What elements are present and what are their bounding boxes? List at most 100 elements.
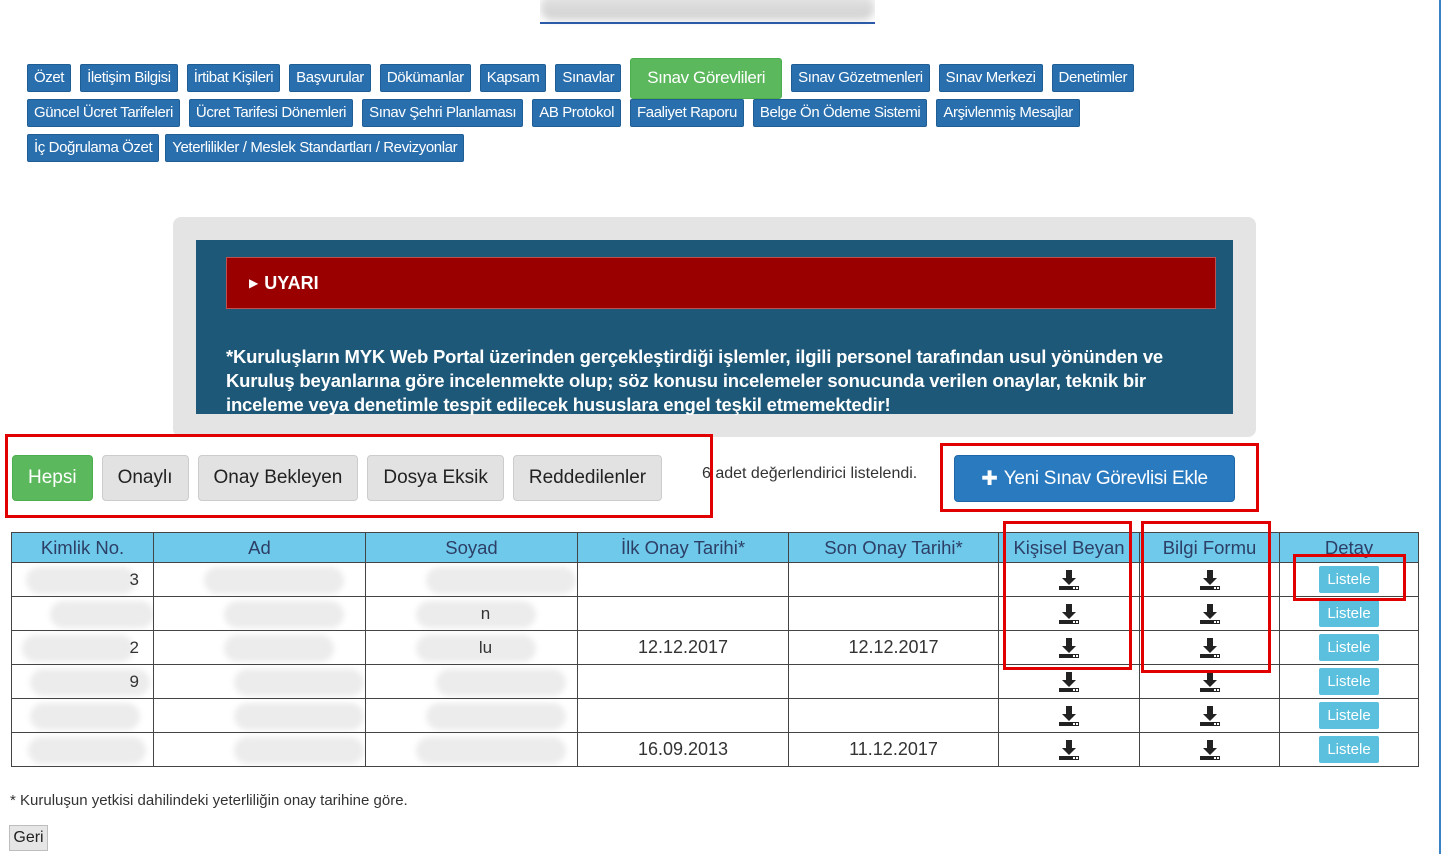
tab-basvurular[interactable]: Başvurular (289, 64, 371, 92)
warning-header: ▶ UYARI (226, 257, 1216, 309)
tab-guncel-ucret-tarifeleri[interactable]: Güncel Ücret Tarifeleri (27, 99, 180, 127)
tab-sinav-sehri-planlamasi[interactable]: Sınav Şehri Planlaması (362, 99, 524, 127)
filter-approved-button[interactable]: Onaylı (101, 455, 189, 501)
cell-detail: Listele (1279, 596, 1419, 631)
triangle-right-icon: ▶ (249, 276, 259, 290)
filter-all-button[interactable]: Hepsi (12, 455, 93, 501)
filter-rejected-button[interactable]: Reddedilenler (512, 455, 663, 501)
col-header-id-no[interactable]: Kimlik No. (11, 532, 154, 563)
table-row: 9 Listele (11, 664, 1419, 699)
cell-first-name (153, 664, 366, 699)
warning-panel: ▶ UYARI *Kuruluşların MYK Web Portal üze… (196, 240, 1233, 415)
cell-last-approval: 12.12.2017 (788, 630, 999, 665)
col-header-first-name[interactable]: Ad (153, 532, 366, 563)
tab-faaliyet-raporu[interactable]: Faaliyet Raporu (630, 99, 744, 127)
cell-last-name (365, 698, 578, 733)
cell-id-no (11, 698, 154, 733)
download-icon[interactable] (1058, 671, 1080, 693)
tab-iletisim-bilgisi[interactable]: İletişim Bilgisi (80, 64, 178, 92)
col-header-last-approval[interactable]: Son Onay Tarihi* (788, 532, 999, 563)
redaction-mask (426, 703, 566, 730)
download-icon[interactable] (1058, 705, 1080, 727)
add-exam-officer-button[interactable]: ✚ Yeni Sınav Görevlisi Ekle (954, 455, 1235, 502)
tab-ucret-tarifesi-donemleri[interactable]: Ücret Tarifesi Dönemleri (188, 99, 354, 127)
download-icon[interactable] (1199, 569, 1221, 591)
cell-last-name (365, 664, 578, 699)
download-icon[interactable] (1199, 671, 1221, 693)
list-detail-button[interactable]: Listele (1319, 736, 1379, 763)
cell-last-name (365, 562, 578, 597)
title-underline (540, 22, 875, 24)
col-header-last-name[interactable]: Soyad (365, 532, 578, 563)
tab-sinavlar[interactable]: Sınavlar (555, 64, 622, 92)
download-icon[interactable] (1199, 705, 1221, 727)
tab-ozet[interactable]: Özet (27, 64, 72, 92)
tab-row-3: İç Doğrulama Özet Yeterlilikler / Meslek… (27, 132, 1357, 164)
cell-id-no: 2 (11, 630, 154, 665)
cell-info-form (1139, 596, 1280, 631)
download-icon[interactable] (1199, 603, 1221, 625)
cell-last-approval (788, 562, 999, 597)
list-detail-button[interactable]: Listele (1319, 668, 1379, 695)
table-row: 3 Listele (11, 562, 1419, 597)
tab-sinav-gorevlileri[interactable]: Sınav Görevlileri (630, 57, 783, 99)
warning-text: *Kuruluşların MYK Web Portal üzerinden g… (226, 346, 1163, 415)
tab-kapsam[interactable]: Kapsam (479, 64, 547, 92)
tab-yeterlilikler[interactable]: Yeterlilikler / Meslek Standartları / Re… (165, 134, 465, 162)
redaction-mask (28, 737, 146, 764)
download-icon[interactable] (1058, 637, 1080, 659)
cell-detail: Listele (1279, 698, 1419, 733)
list-detail-button[interactable]: Listele (1319, 566, 1379, 593)
cell-detail: Listele (1279, 562, 1419, 597)
redaction-mask (234, 669, 364, 696)
col-header-personal-statement: Kişisel Beyan (998, 532, 1140, 563)
table-row: 2 lu 12.12.2017 12.12.2017 Listele (11, 630, 1419, 665)
tab-row-1: Özet İletişim Bilgisi İrtibat Kişileri B… (27, 57, 1357, 99)
download-icon[interactable] (1058, 569, 1080, 591)
cell-last-name (365, 732, 578, 767)
cell-personal-statement (998, 732, 1140, 767)
cell-last-approval (788, 596, 999, 631)
cell-last-approval (788, 698, 999, 733)
filter-missing-docs-button[interactable]: Dosya Eksik (367, 455, 504, 501)
cell-info-form (1139, 630, 1280, 665)
download-icon[interactable] (1199, 637, 1221, 659)
cell-info-form (1139, 732, 1280, 767)
col-header-first-approval[interactable]: İlk Onay Tarihi* (577, 532, 789, 563)
tab-ab-protokol[interactable]: AB Protokol (532, 99, 622, 127)
cell-personal-statement (998, 596, 1140, 631)
cell-first-approval (577, 562, 789, 597)
tab-denetimler[interactable]: Denetimler (1051, 64, 1135, 92)
result-count: 6 adet değerlendirici listelendi. (702, 465, 918, 482)
download-icon[interactable] (1199, 739, 1221, 761)
cell-personal-statement (998, 698, 1140, 733)
cell-id-no: 9 (11, 664, 154, 699)
table-header-row: Kimlik No. Ad Soyad İlk Onay Tarihi* Son… (11, 532, 1419, 563)
redaction-mask (426, 567, 576, 594)
tab-dokumanlar[interactable]: Dökümanlar (379, 64, 471, 92)
list-detail-button[interactable]: Listele (1319, 634, 1379, 661)
list-detail-button[interactable]: Listele (1319, 600, 1379, 627)
cell-last-name: n (365, 596, 578, 631)
cell-first-approval (577, 664, 789, 699)
cell-last-approval: 11.12.2017 (788, 732, 999, 767)
download-icon[interactable] (1058, 739, 1080, 761)
tab-belge-on-odeme-sistemi[interactable]: Belge Ön Ödeme Sistemi (752, 99, 928, 127)
tab-row-2: Güncel Ücret Tarifeleri Ücret Tarifesi D… (27, 96, 1357, 130)
tab-irtibat-kisileri[interactable]: İrtibat Kişileri (186, 64, 281, 92)
redaction-mask (22, 635, 134, 662)
cell-first-name (153, 630, 366, 665)
redacted-page-title (540, 0, 875, 28)
redaction-mask (436, 669, 566, 696)
download-icon[interactable] (1058, 603, 1080, 625)
redaction-mask (30, 703, 140, 730)
redaction-mask (26, 567, 136, 594)
list-detail-button[interactable]: Listele (1319, 702, 1379, 729)
tab-arsivlenmis-mesajlar[interactable]: Arşivlenmiş Mesajlar (936, 99, 1080, 127)
cell-first-approval: 12.12.2017 (577, 630, 789, 665)
back-button[interactable]: Geri (9, 825, 48, 851)
tab-sinav-merkezi[interactable]: Sınav Merkezi (938, 64, 1043, 92)
tab-ic-dogrulama-ozet[interactable]: İç Doğrulama Özet (27, 134, 160, 162)
filter-pending-button[interactable]: Onay Bekleyen (197, 455, 359, 501)
tab-sinav-gozetmenleri[interactable]: Sınav Gözetmenleri (791, 64, 930, 92)
